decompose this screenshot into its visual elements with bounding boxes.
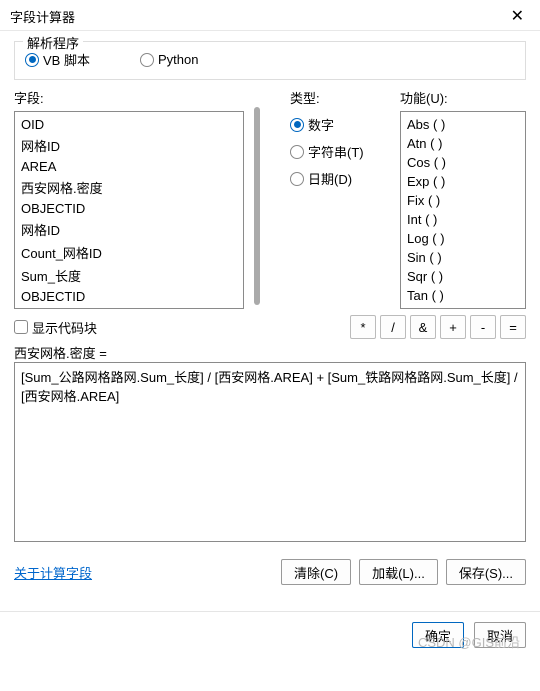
list-item[interactable]: Sin ( ) (403, 248, 523, 267)
save-button[interactable]: 保存(S)... (446, 559, 526, 585)
list-item[interactable]: Count_网格ID (17, 241, 241, 264)
type-date-label: 日期(D) (308, 169, 352, 188)
list-item[interactable]: 网格ID (17, 134, 241, 157)
radio-checked-icon (290, 118, 304, 132)
list-item[interactable]: Atn ( ) (403, 134, 523, 153)
list-item[interactable]: 西安网格.密度 (17, 176, 241, 199)
show-codeblock-checkbox[interactable]: 显示代码块 (14, 318, 97, 337)
list-item[interactable]: AREA (17, 157, 241, 176)
window-title: 字段计算器 (10, 7, 75, 26)
radio-checked-icon (25, 53, 39, 67)
list-item[interactable]: Int ( ) (403, 210, 523, 229)
fields-listbox[interactable]: OID 网格ID AREA 西安网格.密度 OBJECTID 网格ID Coun… (14, 111, 244, 309)
checkbox-icon (14, 320, 28, 334)
fields-label: 字段: (14, 88, 244, 107)
radio-icon (290, 172, 304, 186)
expression-input[interactable] (14, 362, 526, 542)
list-item[interactable]: 网格ID (17, 306, 241, 309)
type-number-radio[interactable]: 数字 (290, 115, 390, 134)
show-codeblock-label: 显示代码块 (32, 318, 97, 337)
scrollbar[interactable] (254, 107, 260, 305)
op-minus-button[interactable]: - (470, 315, 496, 339)
radio-icon (140, 53, 154, 67)
list-item[interactable]: Abs ( ) (403, 115, 523, 134)
op-plus-button[interactable]: + (440, 315, 466, 339)
list-item[interactable]: 网格ID (17, 218, 241, 241)
load-button[interactable]: 加载(L)... (359, 559, 438, 585)
list-item[interactable]: OID (17, 115, 241, 134)
list-item[interactable]: OBJECTID (17, 199, 241, 218)
type-string-radio[interactable]: 字符串(T) (290, 142, 390, 161)
type-date-radio[interactable]: 日期(D) (290, 169, 390, 188)
list-item[interactable]: Exp ( ) (403, 172, 523, 191)
list-item[interactable]: Fix ( ) (403, 191, 523, 210)
parser-vb-label: VB 脚本 (43, 50, 90, 69)
list-item[interactable]: Sqr ( ) (403, 267, 523, 286)
list-item[interactable]: Cos ( ) (403, 153, 523, 172)
ok-button[interactable]: 确定 (412, 622, 464, 648)
list-item[interactable]: Log ( ) (403, 229, 523, 248)
list-item[interactable]: Sum_长度 (17, 264, 241, 287)
type-number-label: 数字 (308, 115, 334, 134)
expression-label: 西安网格.密度 = (14, 343, 526, 362)
op-amp-button[interactable]: & (410, 315, 436, 339)
about-link[interactable]: 关于计算字段 (14, 563, 92, 582)
radio-icon (290, 145, 304, 159)
parser-vb-radio[interactable]: VB 脚本 (25, 50, 90, 69)
parser-python-radio[interactable]: Python (140, 50, 198, 69)
type-string-label: 字符串(T) (308, 142, 364, 161)
close-icon[interactable]: ✕ (505, 6, 530, 26)
op-divide-button[interactable]: / (380, 315, 406, 339)
op-equals-button[interactable]: = (500, 315, 526, 339)
type-label: 类型: (290, 88, 390, 107)
parser-python-label: Python (158, 52, 198, 67)
cancel-button[interactable]: 取消 (474, 622, 526, 648)
functions-label: 功能(U): (400, 88, 526, 107)
op-multiply-button[interactable]: * (350, 315, 376, 339)
list-item[interactable]: Tan ( ) (403, 286, 523, 305)
parser-group: 解析程序 VB 脚本 Python (14, 41, 526, 80)
list-item[interactable]: OBJECTID (17, 287, 241, 306)
parser-legend: 解析程序 (23, 33, 83, 52)
functions-listbox[interactable]: Abs ( ) Atn ( ) Cos ( ) Exp ( ) Fix ( ) … (400, 111, 526, 309)
clear-button[interactable]: 清除(C) (281, 559, 351, 585)
